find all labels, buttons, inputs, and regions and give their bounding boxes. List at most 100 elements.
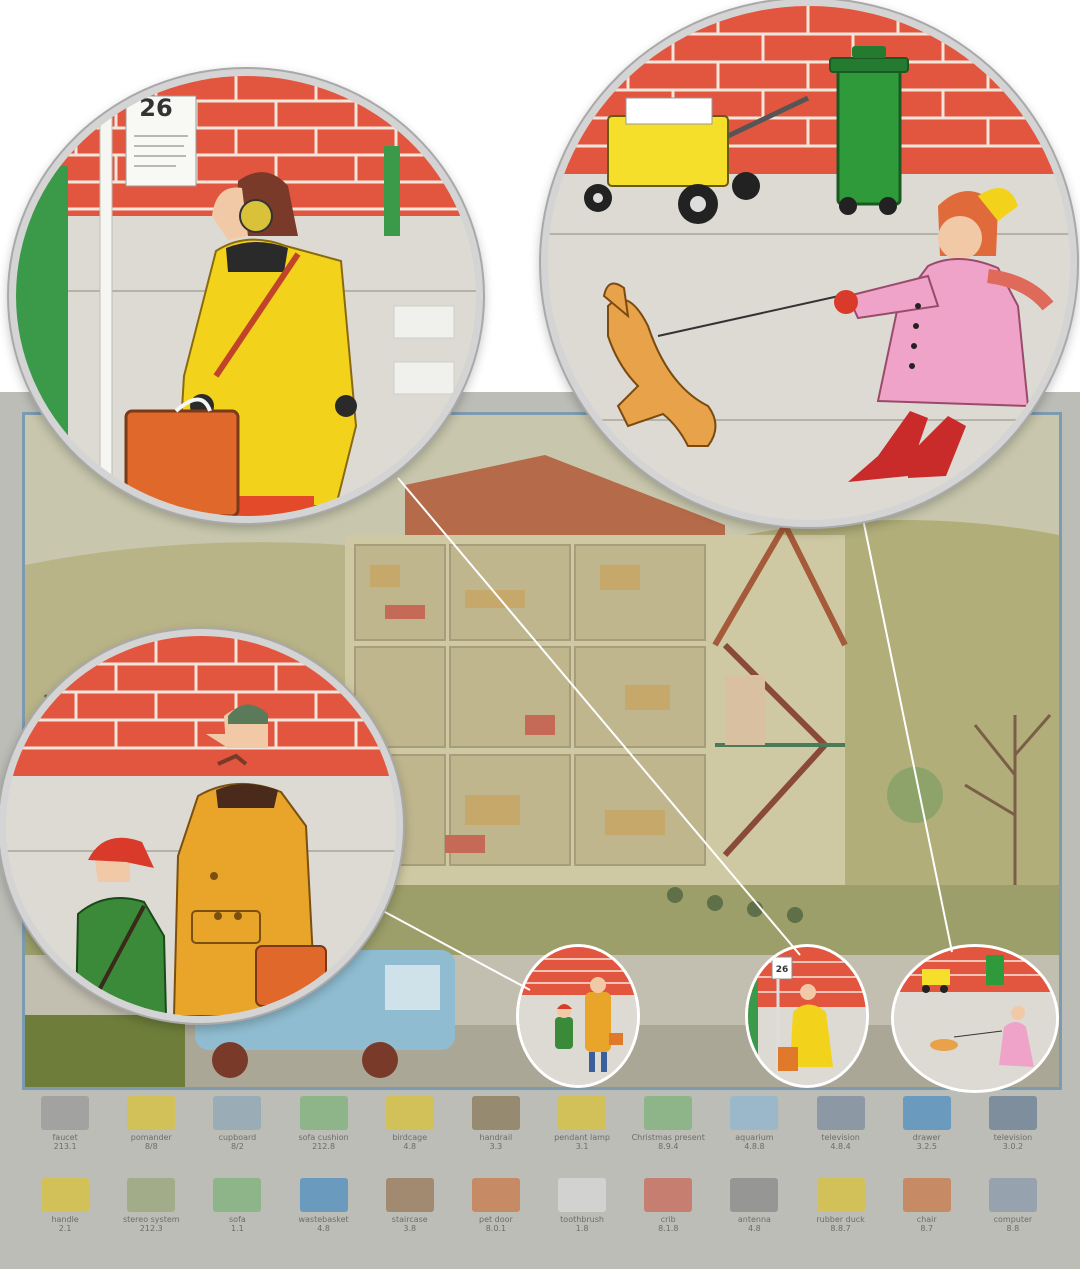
legend-item: aquarium 4.8.8 bbox=[704, 1096, 804, 1151]
crib-icon bbox=[644, 1178, 693, 1212]
legend-item-label: sofa cushion bbox=[298, 1133, 349, 1142]
legend-item: Christmas present 8.9.4 bbox=[618, 1096, 718, 1151]
legend-item-code: 8.7 bbox=[920, 1224, 934, 1233]
legend-item-code: 8.8.7 bbox=[830, 1224, 851, 1233]
rubber-duck-icon bbox=[816, 1178, 865, 1212]
legend-item: faucet 213.1 bbox=[15, 1096, 115, 1151]
legend-item: handle 2.1 bbox=[15, 1178, 115, 1233]
present-icon bbox=[644, 1096, 693, 1130]
legend-item-label: chair bbox=[916, 1215, 937, 1224]
legend-item-label: pet door bbox=[478, 1215, 513, 1224]
tv-set-icon bbox=[988, 1096, 1037, 1130]
legend-item: pendant lamp 3.1 bbox=[532, 1096, 632, 1151]
wastebasket-icon bbox=[299, 1178, 348, 1212]
legend-item: chair 8.7 bbox=[877, 1178, 977, 1233]
legend-item-code: 213.1 bbox=[53, 1142, 77, 1151]
handrail-icon bbox=[471, 1096, 520, 1130]
birdcage-icon bbox=[385, 1096, 434, 1130]
pendant-lamp-icon bbox=[558, 1096, 607, 1130]
item-legend: faucet 213.1 pomander 8/8 cupboard 8/2 sofa cu… bbox=[22, 1092, 1056, 1262]
legend-item-label: television bbox=[993, 1133, 1033, 1142]
legend-item-label: rubber duck bbox=[816, 1215, 865, 1224]
thumbnail-woman-with-suitcase[interactable]: 26 bbox=[748, 947, 866, 1085]
legend-item: sofa 1.1 bbox=[187, 1178, 287, 1233]
legend-item-code: 8.8 bbox=[1006, 1224, 1020, 1233]
sofa-icon bbox=[213, 1178, 262, 1212]
legend-item-code: 8/8 bbox=[144, 1142, 158, 1151]
legend-item-label: cupboard bbox=[218, 1133, 257, 1142]
legend-item-label: wastebasket bbox=[298, 1215, 349, 1224]
chair-icon bbox=[902, 1178, 951, 1212]
legend-item-code: 4.8.4 bbox=[830, 1142, 851, 1151]
legend-item-label: stereo system bbox=[122, 1215, 180, 1224]
legend-item: computer 8.8 bbox=[963, 1178, 1063, 1233]
legend-item-code: 3.2.5 bbox=[916, 1142, 937, 1151]
drawer-icon bbox=[902, 1096, 951, 1130]
legend-item-code: 8.9.4 bbox=[658, 1142, 679, 1151]
legend-item-label: toothbrush bbox=[560, 1215, 604, 1224]
thumbnail-woman-walking-dog[interactable] bbox=[894, 947, 1056, 1090]
legend-item-label: computer bbox=[993, 1215, 1033, 1224]
legend-item: staircase 3.8 bbox=[360, 1178, 460, 1233]
sofa-cushion-icon bbox=[299, 1096, 348, 1130]
legend-item: television 3.0.2 bbox=[963, 1096, 1063, 1151]
legend-item: pet door 8.0.1 bbox=[446, 1178, 546, 1233]
legend-item-label: sofa bbox=[229, 1215, 246, 1224]
legend-item-code: 3.8 bbox=[403, 1224, 417, 1233]
legend-item: crib 8.1.8 bbox=[618, 1178, 718, 1233]
legend-item-code: 3.0.2 bbox=[1002, 1142, 1024, 1151]
bus-stop-post bbox=[99, 105, 113, 516]
handle-icon bbox=[41, 1178, 90, 1212]
bus-stop-number: 26 bbox=[139, 94, 172, 122]
zoom-circle-man-and-boy[interactable] bbox=[6, 636, 396, 1016]
legend-item: cupboard 8/2 bbox=[187, 1096, 287, 1151]
green-trash-bin bbox=[829, 46, 909, 215]
legend-item: handrail 3.3 bbox=[446, 1096, 546, 1151]
cupboard-icon bbox=[213, 1096, 262, 1130]
legend-item-code: 3.3 bbox=[489, 1142, 503, 1151]
faucet-icon bbox=[41, 1096, 90, 1130]
legend-item: pomander 8/8 bbox=[101, 1096, 201, 1151]
legend-item: toothbrush 1.8 bbox=[532, 1178, 632, 1233]
legend-item-label: handrail bbox=[479, 1133, 513, 1142]
television-icon bbox=[816, 1096, 865, 1130]
legend-item-label: pendant lamp bbox=[554, 1133, 610, 1142]
computer-icon bbox=[988, 1178, 1037, 1212]
zoom-circle-woman-walking-dog[interactable] bbox=[548, 6, 1070, 520]
legend-item-label: aquarium bbox=[735, 1133, 774, 1142]
staircase-icon bbox=[385, 1178, 434, 1212]
legend-item: drawer 3.2.5 bbox=[877, 1096, 977, 1151]
legend-item-code: 8.0.1 bbox=[485, 1224, 507, 1233]
thumbnail-man-and-boy[interactable] bbox=[519, 947, 637, 1085]
legend-item-label: pomander bbox=[130, 1133, 172, 1142]
legend-item: sofa cushion 212.8 bbox=[274, 1096, 374, 1151]
legend-item: antenna 4.8 bbox=[704, 1178, 804, 1233]
legend-item: rubber duck 8.8.7 bbox=[791, 1178, 891, 1233]
stereo-icon bbox=[127, 1178, 176, 1212]
legend-item-label: birdcage bbox=[392, 1133, 428, 1142]
legend-item-label: television bbox=[821, 1133, 860, 1142]
legend-item-label: faucet bbox=[52, 1133, 78, 1142]
legend-item: wastebasket 4.8 bbox=[274, 1178, 374, 1233]
legend-item-code: 1.8 bbox=[575, 1224, 589, 1233]
legend-item-code: 4.8 bbox=[317, 1224, 330, 1233]
legend-item-code: 8.1.8 bbox=[658, 1224, 679, 1233]
legend-item-label: drawer bbox=[912, 1133, 941, 1142]
legend-item-label: handle bbox=[51, 1215, 79, 1224]
thumbnail-sign-number: 26 bbox=[776, 965, 789, 975]
legend-item-code: 4.8.8 bbox=[744, 1142, 765, 1151]
legend-item-label: staircase bbox=[391, 1215, 428, 1224]
legend-item-code: 4.8 bbox=[748, 1224, 761, 1233]
legend-item-label: crib bbox=[660, 1215, 676, 1224]
pomander-icon bbox=[127, 1096, 176, 1130]
toothbrush-icon bbox=[558, 1178, 607, 1212]
legend-item-code: 212.8 bbox=[312, 1142, 336, 1151]
legend-item-code: 4.8 bbox=[403, 1142, 417, 1151]
legend-item: stereo system 212.3 bbox=[101, 1178, 201, 1233]
pet-door-icon bbox=[471, 1178, 520, 1212]
aquarium-icon bbox=[730, 1096, 779, 1130]
antenna-icon bbox=[730, 1178, 779, 1212]
zoom-circle-woman-with-suitcase[interactable]: 26 bbox=[16, 76, 476, 516]
legend-item-code: 212.3 bbox=[139, 1224, 163, 1233]
legend-item: birdcage 4.8 bbox=[360, 1096, 460, 1151]
